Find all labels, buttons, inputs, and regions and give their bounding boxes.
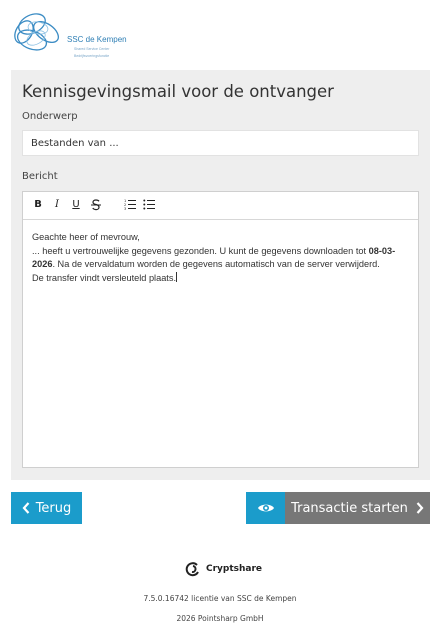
start-transaction-button[interactable]: Transactie starten [285, 492, 430, 524]
preview-button[interactable] [246, 492, 285, 524]
message-line: ... heeft u vertrouwelijke gegevens gezo… [32, 245, 409, 272]
strikethrough-icon [91, 199, 101, 211]
message-body[interactable]: Geachte heer of mevrouw, ... heeft u ver… [32, 231, 409, 285]
bullet-list-button[interactable] [142, 198, 156, 212]
strikethrough-button[interactable] [89, 198, 103, 212]
message-text: ... heeft u vertrouwelijke gegevens gezo… [32, 245, 369, 256]
ordered-list-button[interactable]: 1 2 3 [123, 198, 137, 212]
license-info: 7.5.0.16742 licentie van SSC de Kempen [143, 594, 297, 603]
back-button[interactable]: Terug [11, 492, 82, 524]
text-caret [176, 271, 178, 282]
eye-icon [257, 504, 274, 512]
cryptshare-name: Cryptshare [206, 564, 263, 574]
ordered-list-icon: 1 2 3 [124, 199, 136, 211]
message-text: De transfer vindt versleuteld plaats. [32, 272, 177, 283]
subject-input[interactable] [22, 130, 419, 156]
panel-title: Kennisgevingsmail voor de ontvanger [22, 82, 334, 101]
message-text: . Na de vervaldatum worden de gegevens a… [52, 259, 380, 269]
message-editor[interactable]: B I U 1 2 3 Geachte heer of mevrouw, ...… [22, 191, 419, 468]
message-line: De transfer vindt versleuteld plaats. [32, 271, 409, 286]
cryptshare-icon [185, 562, 199, 577]
cryptshare-logo: Cryptshare [185, 559, 262, 579]
chevron-left-icon [22, 502, 30, 514]
start-transaction-label: Transactie starten [291, 500, 408, 516]
copyright: 2026 Pointsharp GmbH [176, 614, 264, 623]
brand-logo: SSC de Kempen Shared Service Center Bedr… [10, 8, 160, 63]
org-name: SSC de Kempen [67, 35, 127, 44]
back-button-label: Terug [35, 500, 72, 516]
subject-label: Onderwerp [22, 111, 78, 122]
message-greeting: Geachte heer of mevrouw, [32, 232, 140, 242]
message-label: Bericht [22, 171, 58, 182]
org-tagline-2: Bedrijfsvoeringsfunctie [74, 54, 110, 58]
bullet-list-icon [143, 199, 155, 210]
bold-button[interactable]: B [31, 198, 45, 212]
underline-button[interactable]: U [69, 198, 83, 212]
notification-mail-panel: Kennisgevingsmail voor de ontvanger Onde… [11, 70, 430, 480]
italic-button[interactable]: I [50, 198, 64, 212]
ssc-logo-icon [14, 13, 60, 51]
svg-text:3: 3 [124, 207, 126, 210]
chevron-right-icon [416, 502, 424, 514]
org-tagline: Shared Service Center [74, 47, 110, 51]
editor-toolbar: B I U 1 2 3 [23, 192, 418, 220]
